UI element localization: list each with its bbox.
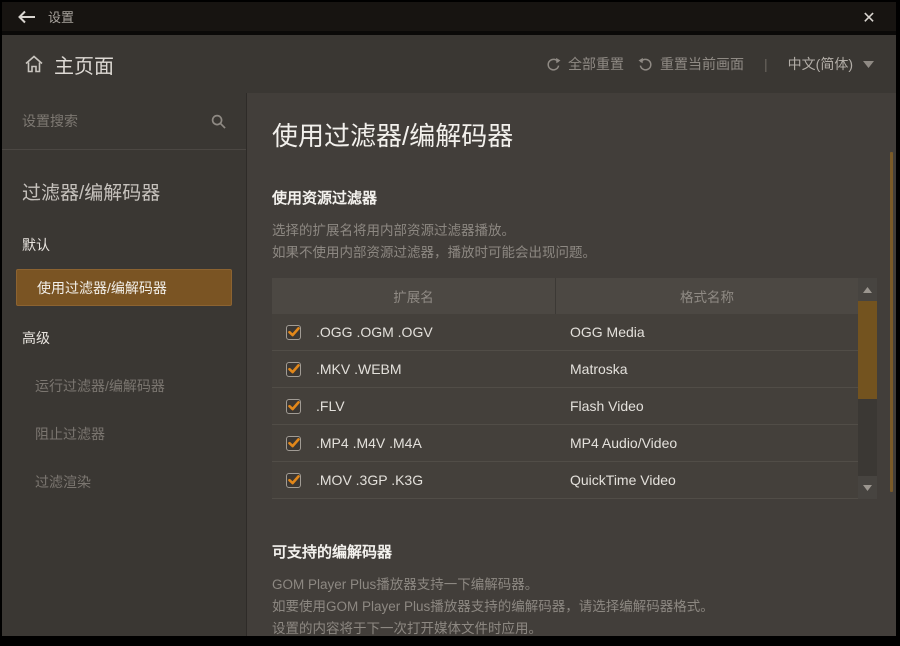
close-button[interactable]: ✕ bbox=[856, 6, 882, 30]
settings-search-box[interactable] bbox=[2, 93, 246, 150]
table-row[interactable]: .MKV .WEBM Matroska bbox=[272, 351, 858, 388]
extension-label: .MOV .3GP .K3G bbox=[316, 472, 423, 488]
titlebar: 设置 ✕ bbox=[2, 2, 896, 35]
extension-checkbox[interactable] bbox=[286, 362, 301, 377]
sidebar-item-run-filters-codecs[interactable]: 运行过滤器/编解码器 bbox=[2, 376, 246, 396]
extension-checkbox[interactable] bbox=[286, 436, 301, 451]
back-arrow-icon bbox=[18, 10, 36, 24]
chevron-down-icon bbox=[863, 61, 874, 68]
extension-label: .FLV bbox=[316, 398, 345, 414]
checkmark-icon bbox=[288, 475, 300, 485]
scroll-down-icon bbox=[863, 485, 872, 491]
section2-desc-line2: 如要使用GOM Player Plus播放器支持的编解码器，请选择编解码器格式。 bbox=[272, 596, 896, 618]
table-scrollbar-thumb[interactable] bbox=[858, 301, 877, 399]
extension-checkbox[interactable] bbox=[286, 325, 301, 340]
back-button[interactable] bbox=[14, 5, 40, 29]
main-content: 使用过滤器/编解码器 使用资源过滤器 选择的扩展名将用内部资源过滤器播放。 如果… bbox=[247, 93, 896, 636]
extension-label: .MP4 .M4V .M4A bbox=[316, 435, 422, 451]
sidebar-section-title: 过滤器/编解码器 bbox=[2, 178, 246, 205]
table-scrollbar bbox=[858, 278, 877, 499]
extension-label: .OGG .OGM .OGV bbox=[316, 324, 433, 340]
format-label: MP4 Audio/Video bbox=[556, 435, 858, 451]
home-icon bbox=[24, 54, 44, 74]
extension-cell: .MOV .3GP .K3G bbox=[272, 472, 556, 488]
reset-all-label: 全部重置 bbox=[568, 54, 624, 74]
table-row[interactable]: .FLV Flash Video bbox=[272, 388, 858, 425]
section1-desc-line1: 选择的扩展名将用内部资源过滤器播放。 bbox=[272, 220, 896, 242]
table-row[interactable]: .MP4 .M4V .M4A MP4 Audio/Video bbox=[272, 425, 858, 462]
extension-checkbox[interactable] bbox=[286, 473, 301, 488]
search-icon bbox=[211, 114, 226, 129]
sidebar-group-advanced: 高级 bbox=[2, 328, 246, 348]
column-header-extension[interactable]: 扩展名 bbox=[272, 278, 556, 314]
close-icon: ✕ bbox=[862, 8, 875, 28]
sidebar-nav: 过滤器/编解码器 默认 使用过滤器/编解码器 高级 运行过滤器/编解码器 阻止过… bbox=[2, 150, 246, 492]
table-header-row: 扩展名 格式名称 bbox=[272, 278, 858, 314]
extension-cell: .MP4 .M4V .M4A bbox=[272, 435, 556, 451]
table-scroll-up-button[interactable] bbox=[858, 278, 877, 301]
sidebar-item-block-filters[interactable]: 阻止过滤器 bbox=[2, 424, 246, 444]
table-row[interactable]: .OGG .OGM .OGV OGG Media bbox=[272, 314, 858, 351]
reset-current-button[interactable]: 重置当前画面 bbox=[638, 54, 744, 74]
reset-all-icon bbox=[546, 57, 561, 72]
checkmark-icon bbox=[288, 438, 300, 448]
page-header: 主页面 全部重置 重置当前画面 bbox=[2, 35, 896, 93]
section1-heading: 使用资源过滤器 bbox=[272, 187, 896, 208]
table-row[interactable]: .MOV .3GP .K3G QuickTime Video bbox=[272, 462, 858, 499]
page-scrollbar-thumb[interactable] bbox=[890, 152, 893, 492]
section2-heading: 可支持的编解码器 bbox=[272, 541, 896, 562]
extension-label: .MKV .WEBM bbox=[316, 361, 402, 377]
scroll-up-icon bbox=[863, 287, 872, 293]
language-dropdown[interactable]: 中文(简体) bbox=[788, 54, 874, 74]
section2-desc-line3: 设置的内容将于下一次打开媒体文件时应用。 bbox=[272, 618, 896, 636]
sidebar: 过滤器/编解码器 默认 使用过滤器/编解码器 高级 运行过滤器/编解码器 阻止过… bbox=[2, 93, 247, 636]
titlebar-title: 设置 bbox=[48, 7, 74, 26]
sidebar-item-label: 阻止过滤器 bbox=[35, 426, 105, 442]
table-scrollbar-track[interactable] bbox=[858, 301, 877, 476]
sidebar-item-use-filters-codecs[interactable]: 使用过滤器/编解码器 bbox=[16, 269, 232, 306]
reset-current-icon bbox=[638, 57, 653, 72]
checkmark-icon bbox=[288, 364, 300, 374]
format-label: Flash Video bbox=[556, 398, 858, 414]
page-header-title: 主页面 bbox=[54, 50, 114, 79]
format-label: OGG Media bbox=[556, 324, 858, 340]
checkmark-icon bbox=[288, 327, 300, 337]
search-input[interactable] bbox=[22, 113, 205, 129]
sidebar-item-filter-rendering[interactable]: 过滤渲染 bbox=[2, 472, 246, 492]
extension-cell: .FLV bbox=[272, 398, 556, 414]
header-home[interactable]: 主页面 bbox=[24, 50, 114, 79]
content-title: 使用过滤器/编解码器 bbox=[272, 116, 896, 153]
sidebar-group-default: 默认 bbox=[2, 235, 246, 255]
sidebar-item-label: 使用过滤器/编解码器 bbox=[37, 278, 167, 298]
header-divider: | bbox=[764, 56, 768, 72]
reset-current-label: 重置当前画面 bbox=[660, 54, 744, 74]
extension-checkbox[interactable] bbox=[286, 399, 301, 414]
language-selected-value: 中文(简体) bbox=[788, 54, 853, 74]
sidebar-item-label: 运行过滤器/编解码器 bbox=[35, 378, 165, 394]
format-label: QuickTime Video bbox=[556, 472, 858, 488]
extension-cell: .OGG .OGM .OGV bbox=[272, 324, 556, 340]
reset-all-button[interactable]: 全部重置 bbox=[546, 54, 624, 74]
extension-cell: .MKV .WEBM bbox=[272, 361, 556, 377]
section2-desc-line1: GOM Player Plus播放器支持一下编解码器。 bbox=[272, 574, 896, 596]
extension-table: 扩展名 格式名称 .OGG .OGM .OGV OGG Media .MKV .WE… bbox=[272, 278, 877, 499]
format-label: Matroska bbox=[556, 361, 858, 377]
settings-window: 设置 ✕ 主页面 全部重置 bbox=[2, 2, 896, 636]
checkmark-icon bbox=[288, 401, 300, 411]
table-scroll-down-button[interactable] bbox=[858, 476, 877, 499]
sidebar-item-label: 过滤渲染 bbox=[35, 474, 91, 490]
column-header-format[interactable]: 格式名称 bbox=[556, 278, 858, 314]
section1-desc-line2: 如果不使用内部资源过滤器，播放时可能会出现问题。 bbox=[272, 242, 896, 264]
